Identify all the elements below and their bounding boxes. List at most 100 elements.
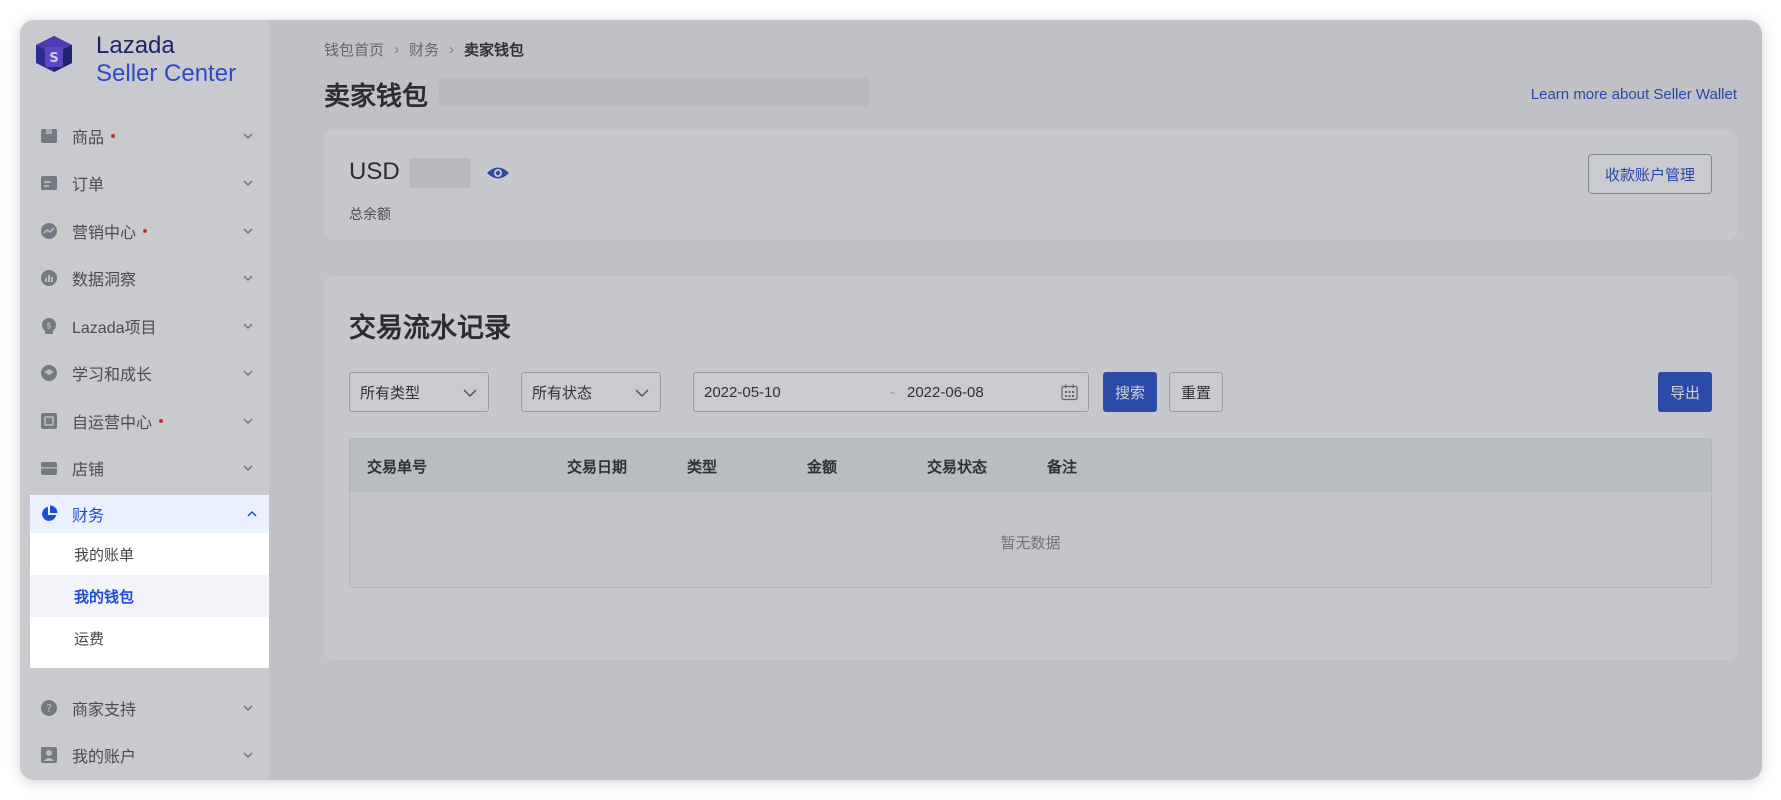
svg-text:$: $	[46, 321, 52, 331]
self-operation-icon	[40, 412, 58, 430]
chevron-down-icon	[243, 228, 253, 234]
sidebar-nav: 商品 订单 营销中心 数据洞察 $ Lazada项目 学习和成长 自运营中心 店…	[20, 112, 269, 492]
sidebar-item-label: 订单	[72, 177, 105, 195]
sidebar-item-label: 商家支持	[72, 701, 137, 719]
type-filter-select[interactable]: 所有类型	[349, 372, 489, 412]
lazada-logo-icon: S	[36, 36, 72, 72]
marketing-icon	[40, 222, 58, 240]
help-icon: ?	[40, 699, 58, 717]
chevron-down-icon	[243, 370, 253, 377]
column-header: 类型	[687, 459, 718, 476]
manage-payout-account-button[interactable]: 收款账户管理	[1588, 154, 1712, 194]
page-title: 卖家钱包	[324, 81, 429, 111]
chevron-down-icon	[243, 180, 253, 187]
sidebar-subitem-my-bills[interactable]: 我的账单	[30, 533, 269, 575]
sidebar-subitem-shipping-fee[interactable]: 运费	[30, 617, 269, 659]
pie-chart-icon	[40, 505, 58, 523]
filter-bar: 所有类型 所有状态 2022-05-10 - 2022-06-08 搜索 重置 …	[349, 372, 1712, 412]
date-end-input[interactable]: 2022-06-08	[907, 384, 984, 401]
chevron-down-icon	[635, 389, 649, 397]
reset-button[interactable]: 重置	[1169, 372, 1223, 412]
table-header: 交易单号 交易日期 类型 金额 交易状态 备注	[350, 439, 1711, 492]
redacted-seller-name	[439, 78, 869, 106]
date-start-input[interactable]: 2022-05-10	[704, 384, 781, 401]
transactions-table: 交易单号 交易日期 类型 金额 交易状态 备注 暂无数据	[349, 438, 1712, 588]
sidebar-item-my-account[interactable]: 我的账户	[20, 732, 269, 780]
status-filter-select[interactable]: 所有状态	[521, 372, 661, 412]
brand[interactable]: S Lazada Seller Center	[32, 34, 236, 86]
learning-icon	[40, 364, 58, 382]
chevron-down-icon	[243, 752, 253, 759]
sidebar-item-self-operation[interactable]: 自运营中心	[20, 397, 269, 445]
sidebar-item-learning[interactable]: 学习和成长	[20, 350, 269, 398]
balance-card: USD 总余额 收款账户管理	[324, 130, 1737, 240]
export-button[interactable]: 导出	[1658, 372, 1712, 412]
account-icon	[40, 746, 58, 764]
column-header: 交易状态	[927, 459, 988, 476]
sidebar-item-products[interactable]: 商品	[20, 112, 269, 160]
main-content: 钱包首页 › 财务 › 卖家钱包 卖家钱包 Learn more about S…	[269, 20, 1762, 780]
svg-text:S: S	[49, 51, 58, 66]
breadcrumb: 钱包首页 › 财务 › 卖家钱包	[324, 39, 524, 60]
sidebar-item-finance[interactable]: 财务	[30, 495, 269, 533]
balance-amount-hidden	[409, 158, 471, 188]
sidebar-item-label: 我的账户	[72, 749, 137, 767]
table-body: 暂无数据	[350, 492, 1711, 587]
empty-state-text: 暂无数据	[1000, 535, 1061, 552]
data-insight-icon	[40, 269, 58, 287]
chevron-down-icon	[243, 133, 253, 139]
column-header: 金额	[807, 459, 838, 476]
app-window: S Lazada Seller Center 商品 订单 营销中心 数据洞察 $…	[20, 20, 1762, 780]
column-header: 交易单号	[367, 459, 428, 476]
notification-dot	[111, 133, 116, 138]
sidebar-item-label: Lazada项目	[72, 319, 157, 337]
status-filter-value: 所有状态	[532, 384, 593, 402]
chevron-down-icon	[243, 323, 253, 329]
calendar-icon[interactable]	[1061, 384, 1078, 401]
transactions-card: 交易流水记录 所有类型 所有状态 2022-05-10 - 2022-06-08	[324, 276, 1737, 660]
eye-icon[interactable]	[486, 165, 510, 181]
sidebar-subitem-label: 我的钱包	[74, 588, 135, 606]
lazada-program-icon: $	[40, 317, 58, 335]
chevron-down-icon	[243, 275, 253, 282]
sidebar-subitem-label: 我的账单	[74, 546, 135, 564]
breadcrumb-home[interactable]: 钱包首页	[324, 39, 384, 60]
learn-more-link[interactable]: Learn more about Seller Wallet	[1531, 86, 1737, 103]
balance-currency: USD	[349, 158, 400, 185]
sidebar-item-orders[interactable]: 订单	[20, 160, 269, 208]
order-icon	[40, 174, 58, 192]
chevron-up-icon	[247, 510, 257, 517]
sidebar-item-store[interactable]: 店铺	[20, 445, 269, 493]
balance-label: 总余额	[349, 206, 391, 222]
svg-text:?: ?	[46, 702, 52, 715]
sidebar-item-label: 营销中心	[72, 224, 137, 242]
sidebar-subitem-my-wallet[interactable]: 我的钱包	[30, 575, 269, 617]
transactions-title: 交易流水记录	[349, 313, 511, 343]
type-filter-value: 所有类型	[360, 384, 421, 402]
brand-name: Lazada	[96, 32, 175, 59]
breadcrumb-separator-icon: ›	[449, 41, 455, 58]
sidebar-item-lazada-program[interactable]: $ Lazada项目	[20, 302, 269, 350]
chevron-down-icon	[243, 418, 253, 424]
notification-dot	[159, 418, 164, 423]
chevron-down-icon	[463, 389, 477, 397]
brand-subtitle: Seller Center	[96, 60, 237, 87]
chevron-down-icon	[243, 465, 253, 472]
breadcrumb-current: 卖家钱包	[464, 42, 525, 59]
column-header: 交易日期	[567, 459, 628, 476]
breadcrumb-separator-icon: ›	[394, 41, 400, 58]
sidebar-item-data-insight[interactable]: 数据洞察	[20, 255, 269, 303]
chevron-down-icon	[243, 705, 253, 711]
sidebar-item-seller-support[interactable]: ? 商家支持	[20, 684, 269, 732]
sidebar-item-label: 店铺	[72, 462, 105, 480]
store-icon	[40, 459, 58, 477]
date-range-picker[interactable]: 2022-05-10 - 2022-06-08	[693, 372, 1089, 412]
sidebar-item-marketing[interactable]: 营销中心	[20, 207, 269, 255]
search-button[interactable]: 搜索	[1103, 372, 1157, 412]
sidebar-item-label: 数据洞察	[72, 272, 137, 290]
column-header: 备注	[1047, 459, 1078, 476]
notification-dot	[143, 228, 148, 233]
sidebar-subitem-label: 运费	[74, 630, 105, 648]
product-icon	[40, 127, 58, 145]
breadcrumb-parent[interactable]: 财务	[409, 39, 439, 60]
